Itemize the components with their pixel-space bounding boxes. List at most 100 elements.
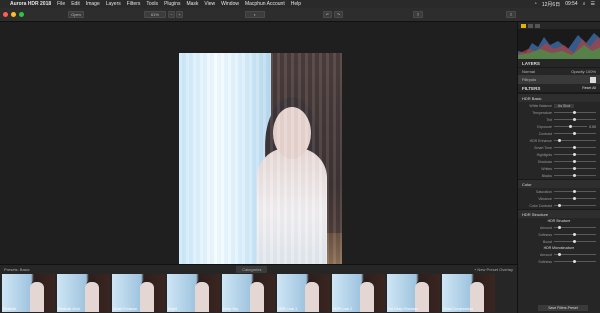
hdr-basic-section[interactable]: HDR Basic — [518, 93, 600, 102]
slider-knob[interactable] — [558, 203, 562, 207]
preset-thumb[interactable]: HDR Look 2 — [332, 274, 385, 312]
menu-plugins[interactable]: Plugins — [164, 1, 180, 7]
menu-layers[interactable]: Layers — [106, 1, 121, 7]
hdr-structure-section[interactable]: HDR Structure — [518, 209, 600, 218]
slider-knob[interactable] — [572, 166, 576, 170]
filters-header[interactable]: FILTERS — [522, 86, 540, 91]
blacks-slider[interactable] — [554, 173, 596, 177]
micro-softness-slider[interactable] — [554, 259, 596, 263]
blend-mode-select[interactable]: Normal — [522, 69, 535, 74]
slider-knob[interactable] — [572, 196, 576, 200]
slider-label: Exposure — [537, 124, 552, 129]
structure-boost-slider[interactable] — [554, 239, 596, 243]
close-window-button[interactable] — [3, 12, 8, 17]
color-title: Color — [522, 181, 532, 187]
slider-knob[interactable] — [558, 138, 562, 142]
minimize-window-button[interactable] — [11, 12, 16, 17]
micro-amount-slider[interactable] — [554, 252, 596, 256]
menu-tools[interactable]: Tools — [146, 1, 158, 7]
zoom-in-button[interactable]: + — [176, 11, 183, 18]
menu-image[interactable]: Image — [86, 1, 100, 7]
menu-edit[interactable]: Edit — [71, 1, 80, 7]
zoom-window-button[interactable] — [19, 12, 24, 17]
reset-all-button[interactable]: Reset All — [582, 86, 596, 90]
open-button[interactable]: Open — [68, 11, 84, 18]
color-section[interactable]: Color — [518, 179, 600, 188]
info-icon[interactable] — [528, 23, 533, 28]
color-contrast-slider[interactable] — [554, 203, 596, 207]
slider-knob[interactable] — [572, 173, 576, 177]
structure-softness-slider[interactable] — [554, 232, 596, 236]
clock-label[interactable]: 09:54 — [565, 1, 578, 7]
menu-view[interactable]: View — [204, 1, 215, 7]
search-icon[interactable]: ⌕ — [583, 1, 586, 7]
preset-thumb[interactable]: Realistic Vivid — [57, 274, 110, 312]
layers-header[interactable]: LAYERS — [518, 59, 600, 68]
slider-knob[interactable] — [558, 225, 562, 229]
undo-button[interactable]: ↶ — [323, 11, 332, 18]
tint-slider[interactable] — [554, 117, 596, 121]
slider-knob[interactable] — [572, 117, 576, 121]
slider-knob[interactable] — [572, 259, 576, 263]
exposure-slider[interactable] — [554, 124, 588, 128]
whites-slider[interactable] — [554, 166, 596, 170]
share-button[interactable]: ⇧ — [506, 11, 516, 18]
slider-knob[interactable] — [572, 152, 576, 156]
presets-label[interactable]: Presets: Basic — [4, 267, 30, 272]
preset-thumb[interactable]: Smart Enhance — [112, 274, 165, 312]
layer-name[interactable]: Filtrpolo — [522, 77, 536, 82]
categories-button[interactable]: Categories — [236, 266, 268, 273]
preset-thumb[interactable]: Realistic — [2, 274, 55, 312]
new-preset-button[interactable]: + New Preset Overlay — [474, 267, 513, 272]
zoom-out-button[interactable]: − — [168, 11, 175, 18]
slider-label: Amount — [539, 252, 552, 257]
slider-knob[interactable] — [572, 110, 576, 114]
slider-knob[interactable] — [558, 252, 562, 256]
slider-knob[interactable] — [572, 159, 576, 163]
app-menu[interactable]: Aurora HDR 2018 — [10, 1, 51, 7]
slider-knob[interactable] — [572, 239, 576, 243]
export-button[interactable]: ⇪ — [413, 11, 423, 18]
image-canvas[interactable] — [0, 22, 517, 274]
preset-thumb[interactable]: For Deep Shadows — [387, 274, 440, 312]
white-balance-select[interactable]: As Shot — [554, 103, 575, 108]
save-filters-preset-button[interactable]: Save Filters Preset — [538, 305, 588, 311]
preset-thumb[interactable]: Tonal Compression — [442, 274, 495, 312]
menu-mask[interactable]: Mask — [186, 1, 198, 7]
preset-label: Tonal Compression — [443, 307, 473, 311]
slider-knob[interactable] — [568, 124, 572, 128]
smart-tone-slider[interactable] — [554, 145, 596, 149]
temperature-slider[interactable] — [554, 110, 596, 114]
contrast-slider[interactable] — [554, 131, 596, 135]
preset-thumb[interactable]: HDR Look 1 — [277, 274, 330, 312]
preset-thumb[interactable]: Bright — [167, 274, 220, 312]
saturation-slider[interactable] — [554, 189, 596, 193]
highlights-slider[interactable] — [554, 152, 596, 156]
vibrance-slider[interactable] — [554, 196, 596, 200]
menu-file[interactable]: File — [57, 1, 65, 7]
slider-knob[interactable] — [572, 232, 576, 236]
menu-filters[interactable]: Filters — [127, 1, 141, 7]
layer-thumbnail[interactable] — [590, 76, 596, 83]
slider-knob[interactable] — [572, 131, 576, 135]
redo-button[interactable]: ↷ — [334, 11, 343, 18]
date-label[interactable]: 12月6日 — [542, 1, 560, 8]
menu-list-icon[interactable]: ☰ — [591, 1, 595, 7]
opacity-label[interactable]: Opacity 100% — [571, 69, 596, 74]
slider-knob[interactable] — [572, 145, 576, 149]
histogram-icon[interactable] — [521, 23, 526, 28]
photo[interactable] — [179, 53, 342, 274]
hdr-enhance-slider[interactable] — [554, 138, 596, 142]
slider-knob[interactable] — [572, 189, 576, 193]
zoom-select[interactable]: 61% — [144, 11, 166, 18]
menu-help[interactable]: Help — [291, 1, 301, 7]
wifi-icon[interactable]: ◔ — [534, 1, 537, 7]
compare-button[interactable]: ◐ — [245, 11, 265, 18]
layers-view-icon[interactable] — [535, 23, 540, 28]
shadows-slider[interactable] — [554, 159, 596, 163]
menu-window[interactable]: Window — [221, 1, 239, 7]
menu-macphun-account[interactable]: Macphun Account — [245, 1, 285, 7]
structure-amount-slider[interactable] — [554, 225, 596, 229]
preset-thumb[interactable]: Deep Sky — [222, 274, 275, 312]
thumb-figure — [305, 282, 319, 312]
